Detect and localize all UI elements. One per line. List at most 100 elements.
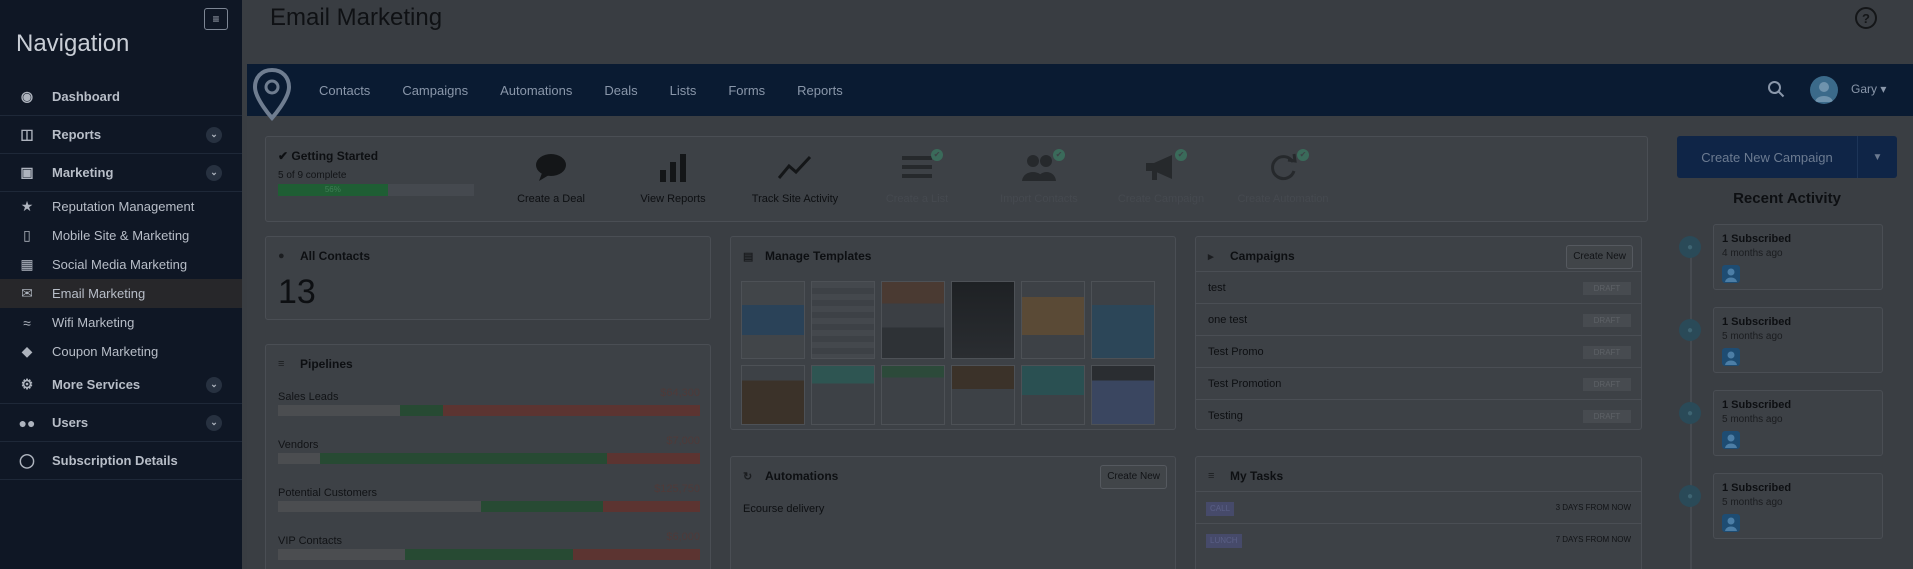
campaign-row[interactable]: test DRAFT bbox=[1196, 271, 1641, 303]
template-thumbnail[interactable] bbox=[1021, 281, 1085, 359]
sidebar-item-email-marketing[interactable]: ✉ Email Marketing bbox=[0, 279, 242, 308]
template-thumbnail[interactable] bbox=[951, 365, 1015, 425]
step-track-site-activity[interactable]: Track Site Activity bbox=[735, 149, 855, 205]
activity-item[interactable]: ● 1 Subscribed 4 months ago bbox=[1677, 224, 1883, 302]
activity-item[interactable]: ● 1 Subscribed 5 months ago bbox=[1677, 307, 1883, 385]
activity-time: 4 months ago bbox=[1722, 248, 1783, 259]
sidebar-item-label: Wifi Marketing bbox=[52, 315, 135, 330]
campaigns-card: ▸ Campaigns Create New test DRAFT one test D… bbox=[1195, 236, 1642, 430]
template-thumbnail[interactable] bbox=[741, 365, 805, 425]
activity-card[interactable]: 1 Subscribed 5 months ago bbox=[1713, 473, 1883, 539]
pipeline-row[interactable]: Sales Leads $64,300 bbox=[278, 387, 700, 416]
nav-link-contacts[interactable]: Contacts bbox=[319, 83, 370, 98]
activity-card[interactable]: 1 Subscribed 5 months ago bbox=[1713, 390, 1883, 456]
help-icon[interactable]: ? bbox=[1855, 7, 1877, 29]
step-create-campaign[interactable]: ✔ Create Campaign bbox=[1101, 149, 1221, 205]
pipeline-segment bbox=[278, 501, 481, 512]
nav-link-lists[interactable]: Lists bbox=[670, 83, 697, 98]
chevron-down-icon[interactable]: ⌄ bbox=[206, 164, 222, 181]
sidebar-item-reputation-management[interactable]: ★ Reputation Management bbox=[0, 192, 242, 221]
create-automation-button[interactable]: Create New bbox=[1100, 465, 1167, 489]
step-label: View Reports bbox=[640, 193, 706, 205]
nav-link-reports[interactable]: Reports bbox=[797, 83, 843, 98]
nav-link-campaigns[interactable]: Campaigns bbox=[402, 83, 468, 98]
activity-card[interactable]: 1 Subscribed 5 months ago bbox=[1713, 307, 1883, 373]
step-view-reports[interactable]: View Reports bbox=[613, 149, 733, 205]
sidebar-item-more-services[interactable]: ⚙ More Services ⌄ bbox=[0, 366, 242, 404]
template-thumbnail[interactable] bbox=[881, 365, 945, 425]
chevron-down-icon[interactable]: ⌄ bbox=[206, 126, 222, 143]
pipeline-row[interactable]: VIP Contacts $6,000 bbox=[278, 531, 700, 560]
activity-item[interactable]: ● 1 Subscribed 5 months ago bbox=[1677, 473, 1883, 551]
nav-link-deals[interactable]: Deals bbox=[604, 83, 637, 98]
step-label: Create Automation bbox=[1237, 193, 1329, 205]
trend-line-icon bbox=[777, 154, 812, 183]
pipeline-segment bbox=[573, 549, 700, 560]
chevron-down-icon[interactable]: ⌄ bbox=[206, 414, 222, 431]
users-icon: ●● bbox=[18, 414, 36, 431]
campaign-row[interactable]: Test Promotion DRAFT bbox=[1196, 367, 1641, 399]
pipelines-card: ≡ Pipelines Sales Leads $64,300 Vendors $7,0… bbox=[265, 344, 711, 569]
task-row[interactable]: CALL 3 DAYS FROM NOW bbox=[1196, 491, 1641, 523]
sidebar: ≡ Navigation ◉ Dashboard ◫ Reports ⌄ ▣ Marketi… bbox=[0, 0, 242, 569]
manage-templates-title: Manage Templates bbox=[765, 249, 872, 263]
logo-icon[interactable] bbox=[251, 66, 293, 126]
create-campaign-button[interactable]: Create New bbox=[1566, 245, 1633, 269]
task-row[interactable]: LUNCH 7 DAYS FROM NOW bbox=[1196, 523, 1641, 555]
user-menu[interactable]: Gary ▾ bbox=[1851, 82, 1886, 96]
sidebar-item-mobile-site-marketing[interactable]: ▯ Mobile Site & Marketing bbox=[0, 221, 242, 250]
activity-card[interactable]: 1 Subscribed 4 months ago bbox=[1713, 224, 1883, 290]
template-thumbnail[interactable] bbox=[811, 365, 875, 425]
campaign-row[interactable]: Testing DRAFT bbox=[1196, 399, 1641, 431]
pipeline-row[interactable]: Potential Customers $125,750 bbox=[278, 483, 700, 512]
step-create-automation[interactable]: ✔ Create Automation bbox=[1223, 149, 1343, 205]
sidebar-item-marketing[interactable]: ▣ Marketing ⌄ bbox=[0, 154, 242, 192]
megaphone-icon: ▸ bbox=[1208, 250, 1214, 263]
template-thumbnail[interactable] bbox=[741, 281, 805, 359]
wifi-icon: ≈ bbox=[23, 314, 31, 331]
pipeline-segment bbox=[404, 549, 574, 560]
activity-item[interactable]: ● 1 Subscribed 5 months ago bbox=[1677, 390, 1883, 468]
template-thumbnail[interactable] bbox=[1091, 281, 1155, 359]
create-campaign-dropdown[interactable]: ▼ bbox=[1857, 136, 1897, 178]
template-thumbnail[interactable] bbox=[1021, 365, 1085, 425]
pipeline-value: $7,000 bbox=[666, 435, 700, 447]
chevron-down-icon[interactable]: ⌄ bbox=[206, 376, 222, 393]
step-import-contacts[interactable]: ✔ Import Contacts bbox=[979, 149, 1099, 205]
pipeline-segment bbox=[442, 405, 700, 416]
main-area: Email Marketing ? Contacts Campaigns Autom… bbox=[242, 0, 1913, 569]
automation-item[interactable]: Ecourse delivery bbox=[743, 503, 824, 515]
template-thumbnail[interactable] bbox=[951, 281, 1015, 359]
subscribe-icon: ● bbox=[1679, 236, 1701, 258]
refresh-icon bbox=[1268, 152, 1298, 185]
nav-link-automations[interactable]: Automations bbox=[500, 83, 572, 98]
sidebar-item-coupon-marketing[interactable]: ◆ Coupon Marketing bbox=[0, 337, 242, 366]
step-create-a-list[interactable]: ✔ Create a List bbox=[857, 149, 977, 205]
create-new-campaign-button[interactable]: Create New Campaign bbox=[1677, 136, 1857, 178]
step-create-a-deal[interactable]: Create a Deal bbox=[491, 149, 611, 205]
template-thumbnail[interactable] bbox=[1091, 365, 1155, 425]
template-thumbnail[interactable] bbox=[881, 281, 945, 359]
campaign-name: one test bbox=[1208, 314, 1248, 326]
sidebar-item-reports[interactable]: ◫ Reports ⌄ bbox=[0, 116, 242, 154]
sidebar-item-subscription-details[interactable]: ◯ Subscription Details bbox=[0, 442, 242, 480]
user-avatar[interactable] bbox=[1810, 76, 1838, 104]
all-contacts-card[interactable]: ● All Contacts 13 bbox=[265, 236, 711, 320]
list-icon bbox=[902, 154, 932, 183]
pipeline-row[interactable]: Vendors $7,000 bbox=[278, 435, 700, 464]
campaign-row[interactable]: one test DRAFT bbox=[1196, 303, 1641, 335]
template-thumbnail[interactable] bbox=[811, 281, 875, 359]
sidebar-item-dashboard[interactable]: ◉ Dashboard bbox=[0, 78, 242, 116]
sidebar-item-social-media-marketing[interactable]: ▦ Social Media Marketing bbox=[0, 250, 242, 279]
sidebar-item-wifi-marketing[interactable]: ≈ Wifi Marketing bbox=[0, 308, 242, 337]
nav-links: Contacts Campaigns Automations Deals Lists Fo… bbox=[319, 64, 875, 116]
collapse-sidebar-button[interactable]: ≡ bbox=[204, 8, 228, 30]
campaign-row[interactable]: Test Promo DRAFT bbox=[1196, 335, 1641, 367]
subscribe-icon: ● bbox=[1679, 485, 1701, 507]
nav-link-forms[interactable]: Forms bbox=[728, 83, 765, 98]
sidebar-item-users[interactable]: ●● Users ⌄ bbox=[0, 404, 242, 442]
template-thumbnails bbox=[741, 281, 1167, 425]
campaigns-title: Campaigns bbox=[1230, 249, 1295, 263]
activity-time: 5 months ago bbox=[1722, 497, 1783, 508]
search-icon[interactable] bbox=[1767, 80, 1785, 98]
